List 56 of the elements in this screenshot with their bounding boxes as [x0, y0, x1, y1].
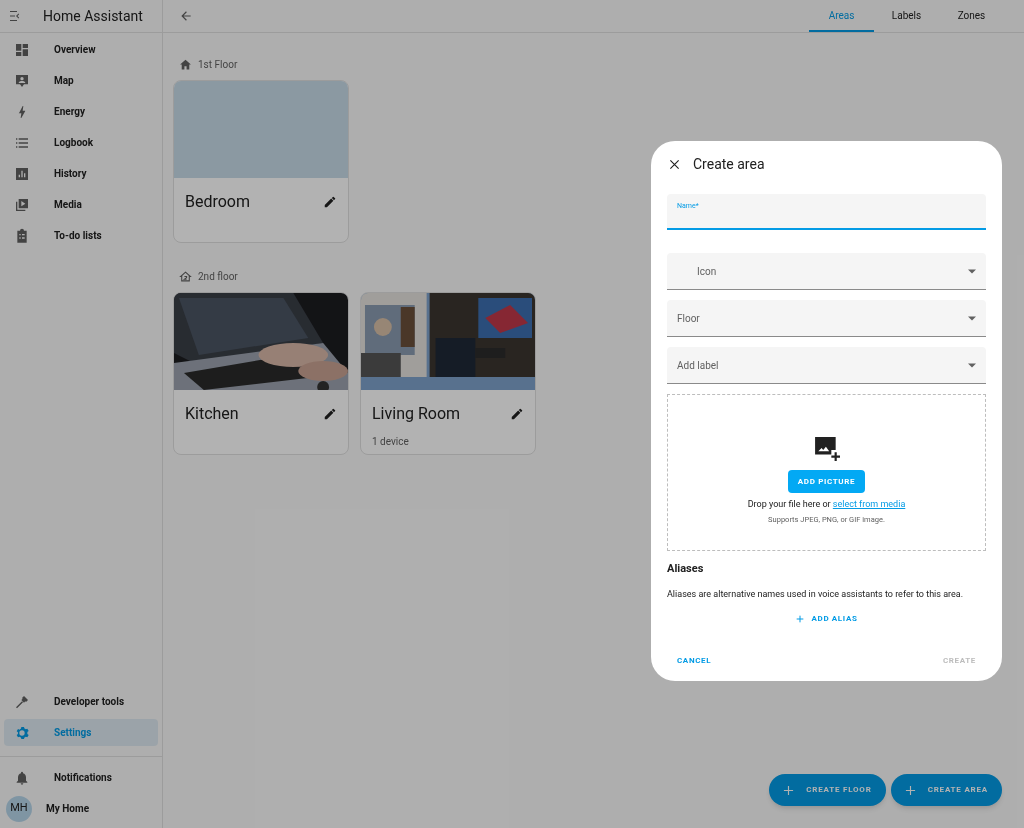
edit-icon[interactable] [510, 407, 524, 421]
area-name: Bedroom [185, 191, 251, 213]
floor-name: 1st Floor [198, 58, 238, 72]
field-placeholder: Icon [696, 264, 717, 279]
settings-icon [14, 724, 30, 741]
sidebar-item[interactable]: Logbook [4, 129, 158, 156]
tab[interactable]: Zones [939, 0, 1004, 32]
dropdown-caret-icon [968, 315, 976, 321]
sidebar-item[interactable]: Notifications [4, 764, 158, 791]
area-card[interactable]: Bedroom [173, 80, 349, 243]
close-icon[interactable] [669, 159, 680, 170]
field-placeholder: Floor [677, 311, 700, 326]
area-name: Living Room [372, 403, 461, 425]
floor-name: 2nd floor [198, 270, 238, 284]
dropdown-caret-icon [968, 268, 976, 274]
select-field[interactable]: Floor [667, 300, 986, 337]
tab[interactable]: Labels [874, 0, 939, 32]
edit-icon[interactable] [323, 195, 337, 209]
sidebar-item[interactable]: Energy [4, 98, 158, 125]
dashboard-icon [14, 41, 30, 58]
bar-chart-icon [14, 165, 30, 182]
area-card[interactable]: Living Room 1 device [360, 292, 536, 455]
bell-icon [14, 769, 30, 786]
user-name[interactable]: My Home [46, 801, 90, 816]
app-title: Home Assistant [43, 6, 143, 26]
edit-icon[interactable] [323, 407, 337, 421]
user-avatar[interactable]: MH [6, 795, 32, 822]
device-count: 1 device [371, 435, 410, 449]
area-card[interactable]: Kitchen [173, 292, 349, 455]
sidebar-item[interactable]: Overview [4, 36, 158, 63]
sidebar-item[interactable]: Map [4, 67, 158, 94]
dropdown-caret-icon [968, 362, 976, 368]
add-image-icon [813, 436, 840, 463]
plus-icon [904, 784, 916, 796]
area-name: Kitchen [185, 403, 239, 425]
sidebar-item[interactable]: Developer tools [4, 688, 158, 715]
select-field[interactable]: Icon [667, 253, 986, 290]
sidebar-item[interactable]: To-do lists [4, 222, 158, 249]
sidebar-item[interactable]: Media [4, 191, 158, 218]
aliases-description: Aliases are alternative names used in voice assistants to refer to this area. [667, 587, 965, 601]
map-pin-icon [14, 72, 30, 89]
field-placeholder: Add label [677, 358, 719, 373]
home-icon [179, 270, 192, 283]
select-field[interactable]: Add label [667, 347, 986, 384]
dialog-title: Create area [693, 155, 765, 174]
drop-instructions: Drop your file here or select from media [747, 498, 906, 512]
back-arrow-icon[interactable] [179, 9, 193, 23]
home-icon [179, 58, 192, 71]
plus-icon [783, 784, 795, 796]
menu-icon[interactable] [10, 11, 22, 21]
aliases-heading: Aliases [667, 561, 705, 577]
hammer-icon [14, 693, 30, 710]
play-icon [14, 196, 30, 213]
plus-icon [795, 615, 804, 623]
sidebar-item[interactable]: History [4, 160, 158, 187]
clipboard-icon [14, 227, 30, 244]
